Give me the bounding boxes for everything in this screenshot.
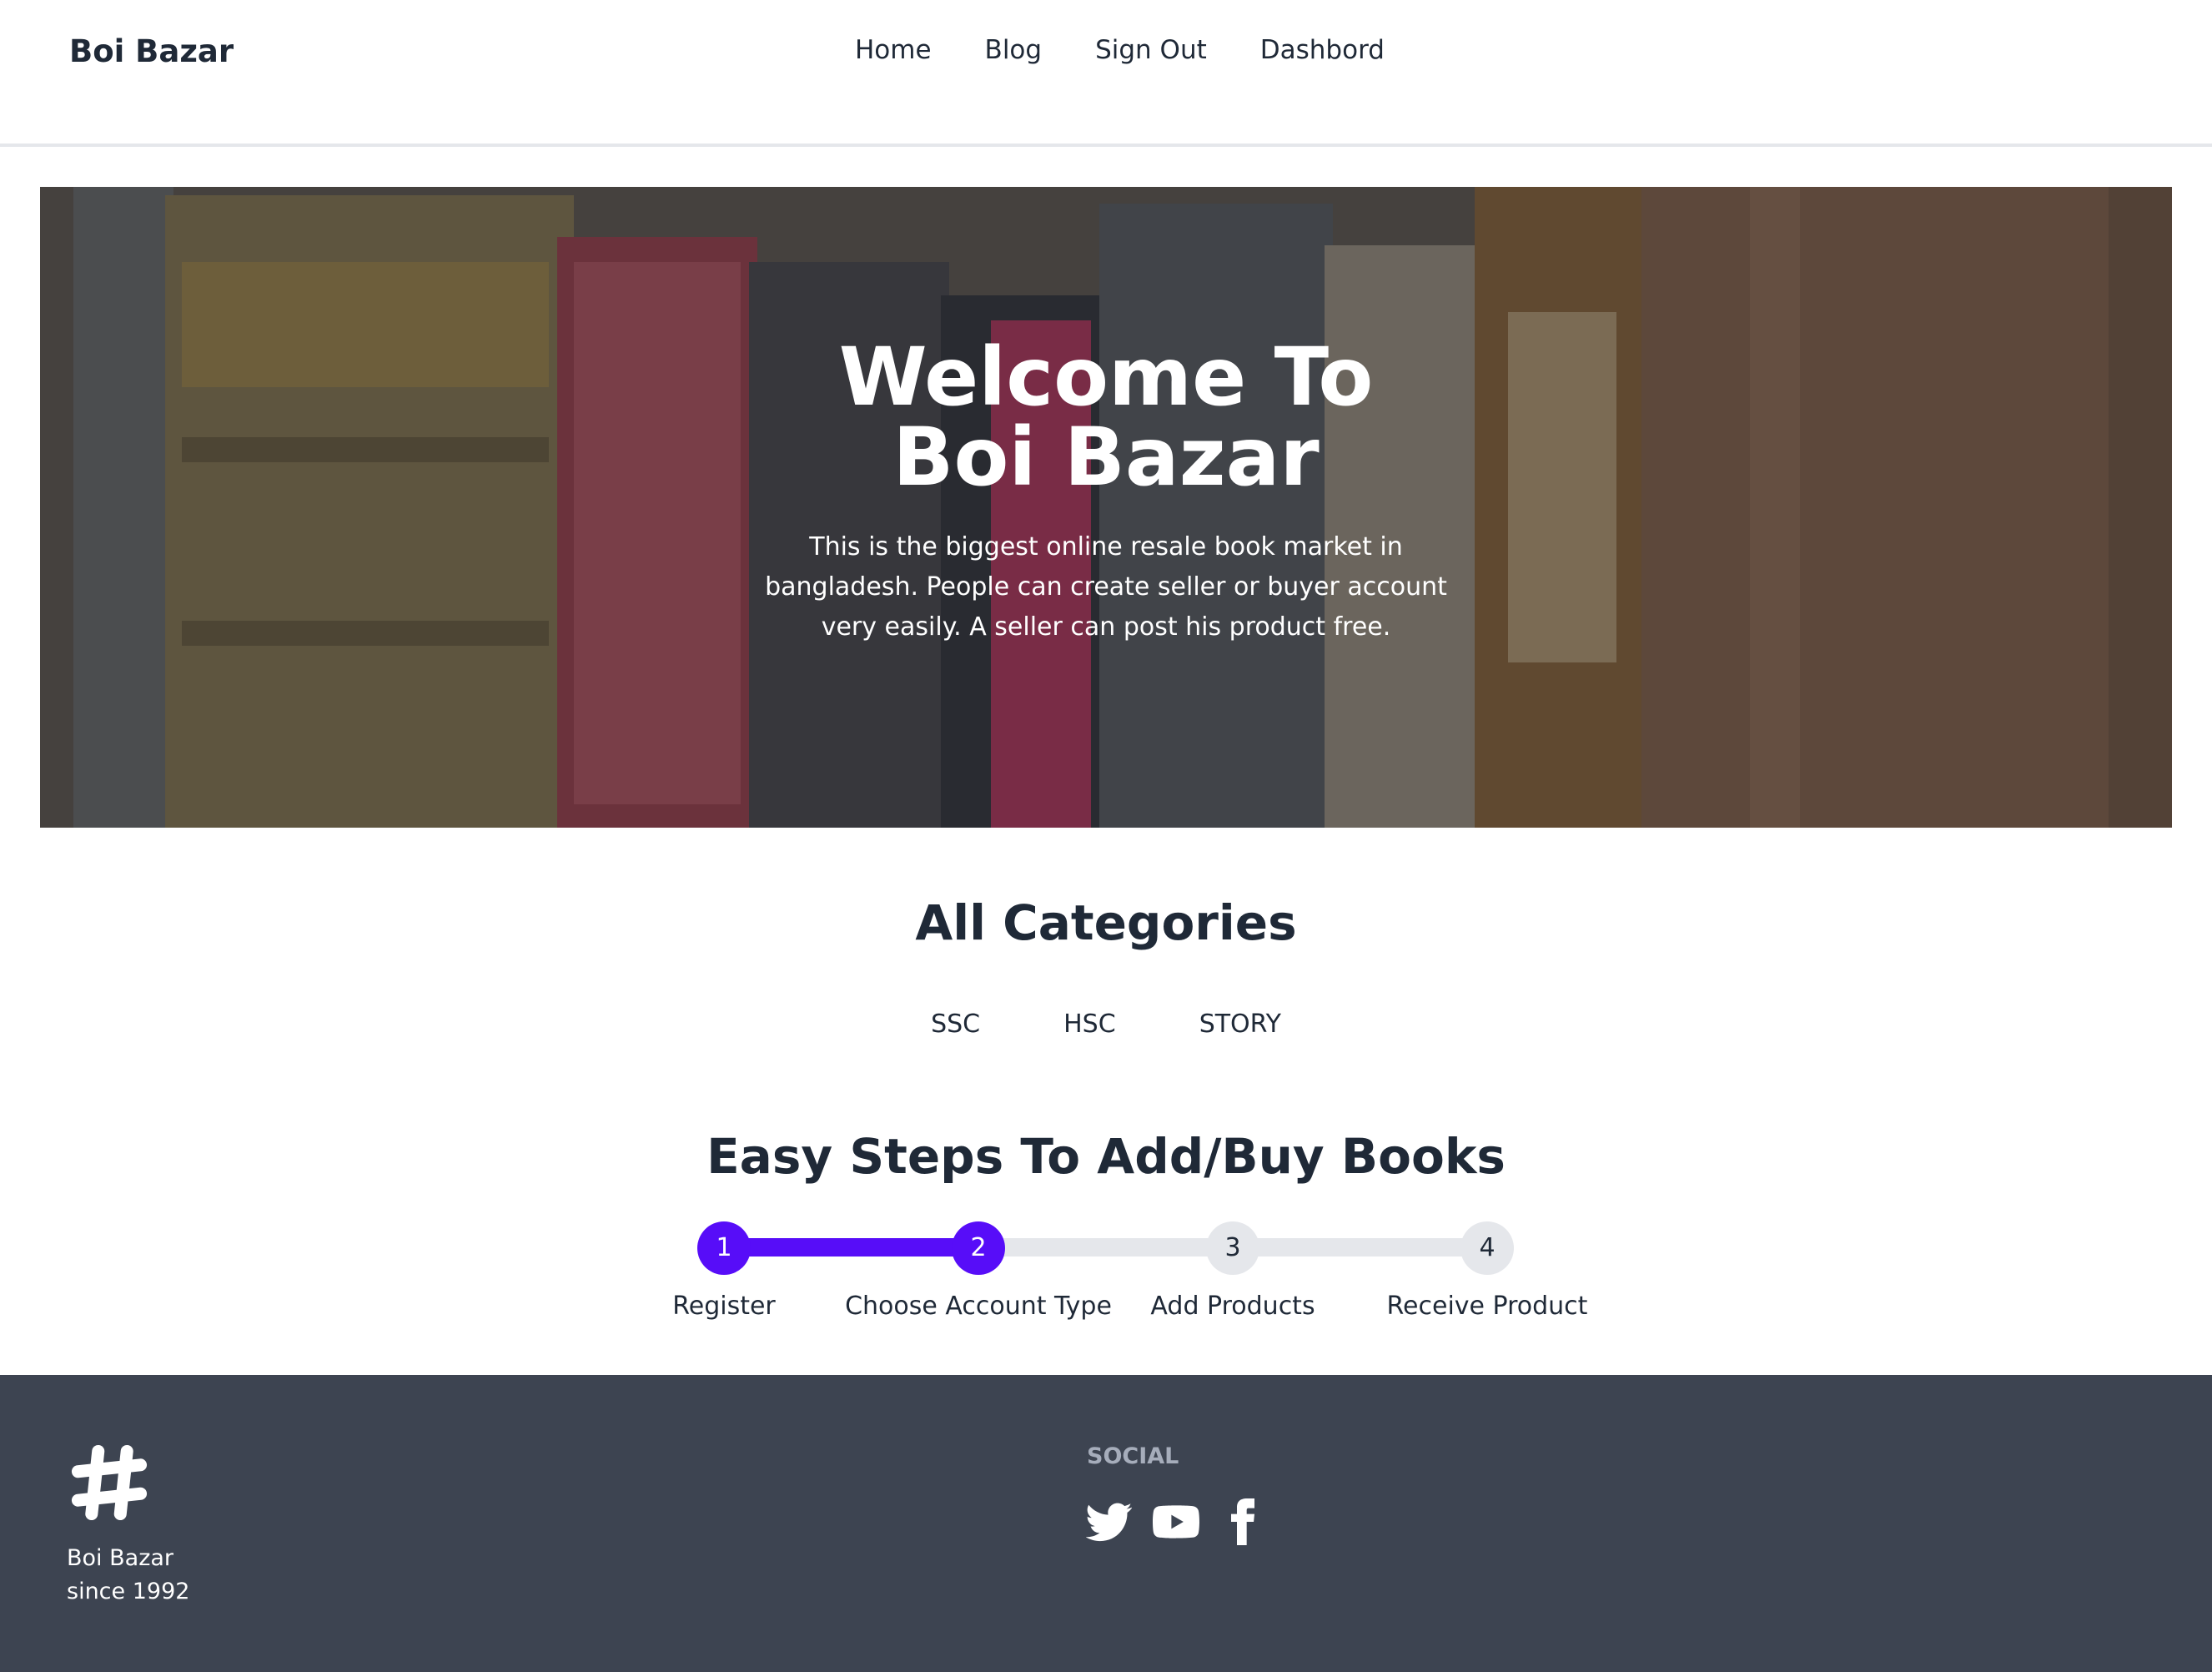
- nav-link-blog[interactable]: Blog: [985, 35, 1043, 65]
- footer-brand-name: Boi Bazar: [67, 1545, 174, 1571]
- category-link-hsc[interactable]: HSC: [1063, 1010, 1116, 1039]
- facebook-icon[interactable]: [1219, 1498, 1266, 1545]
- hero-content: Welcome To Boi Bazar This is the biggest…: [40, 337, 2172, 647]
- step-receive-product: 4 Receive Product: [1337, 1221, 1637, 1321]
- social-title: SOCIAL: [1087, 1443, 1179, 1469]
- categories-title: All Categories: [915, 894, 1297, 951]
- nav-link-home[interactable]: Home: [855, 35, 932, 65]
- nav-link-sign-out[interactable]: Sign Out: [1095, 35, 1207, 65]
- brand-logo-text[interactable]: Boi Bazar: [69, 33, 234, 69]
- hashtag-icon: [71, 1444, 148, 1521]
- step-number-circle: 4: [1460, 1221, 1514, 1275]
- navbar: Boi Bazar Home Blog Sign Out Dashbord: [0, 0, 2212, 147]
- hero-banner: Welcome To Boi Bazar This is the biggest…: [40, 187, 2172, 828]
- hero-description: This is the biggest online resale book m…: [765, 532, 1447, 642]
- step-number-circle: 3: [1206, 1221, 1259, 1275]
- hero-title: Welcome To Boi Bazar: [838, 330, 1374, 504]
- footer-brand-text: Boi Bazar since 1992: [67, 1542, 189, 1609]
- footer-brand-since: since 1992: [67, 1579, 190, 1604]
- youtube-icon[interactable]: [1153, 1498, 1199, 1545]
- category-list: SSC HSC STORY: [0, 1010, 2212, 1039]
- social-icons: [1086, 1498, 1286, 1545]
- step-number-circle: 1: [697, 1221, 751, 1275]
- footer: Boi Bazar since 1992 SOCIAL: [0, 1375, 2212, 1672]
- steps-title: Easy Steps To Add/Buy Books: [706, 1128, 1506, 1185]
- nav-links: Home Blog Sign Out Dashbord: [855, 35, 1438, 65]
- step-number-circle: 2: [952, 1221, 1005, 1275]
- twitter-icon[interactable]: [1086, 1498, 1133, 1545]
- category-link-ssc[interactable]: SSC: [931, 1010, 980, 1039]
- category-link-story[interactable]: STORY: [1199, 1010, 1281, 1039]
- nav-link-dashboard[interactable]: Dashbord: [1260, 35, 1385, 65]
- step-label: Receive Product: [1386, 1292, 1588, 1321]
